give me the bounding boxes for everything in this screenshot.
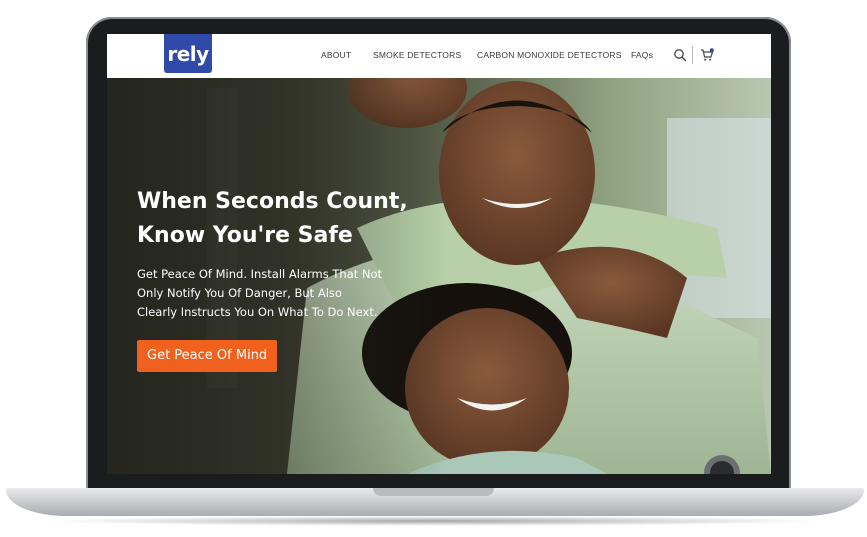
nav-divider (692, 46, 693, 64)
hero-title-line-1: When Seconds Count, (137, 189, 408, 214)
hero-subtitle-line-3: Clearly Instructs You On What To Do Next… (137, 305, 378, 319)
website-screen: rely ABOUT SMOKE DETECTORS CARBON MONOXI… (107, 34, 771, 474)
nav-faqs[interactable]: FAQs (631, 50, 653, 60)
hero-subtitle-line-2: Only Notify You Of Danger, But Also (137, 286, 342, 300)
laptop-shadow (40, 516, 830, 526)
hero-title: When Seconds Count, Know You're Safe (137, 185, 437, 253)
hero-subtitle: Get Peace Of Mind. Install Alarms That N… (137, 265, 412, 322)
hero-banner: When Seconds Count, Know You're Safe Get… (107, 78, 771, 474)
nav-about[interactable]: ABOUT (321, 50, 351, 60)
rely-logo[interactable]: rely (164, 34, 212, 73)
cart-icon[interactable] (700, 48, 714, 62)
laptop-notch (373, 488, 494, 496)
hero-text-block: When Seconds Count, Know You're Safe Get… (137, 185, 437, 322)
top-navigation: rely ABOUT SMOKE DETECTORS CARBON MONOXI… (107, 34, 771, 78)
hero-title-line-2: Know You're Safe (137, 223, 353, 248)
get-peace-of-mind-button[interactable]: Get Peace Of Mind (137, 340, 278, 372)
hero-subtitle-line-1: Get Peace Of Mind. Install Alarms That N… (137, 267, 383, 281)
nav-smoke-detectors[interactable]: SMOKE DETECTORS (373, 50, 461, 60)
nav-carbon-monoxide-detectors[interactable]: CARBON MONOXIDE DETECTORS (477, 50, 622, 60)
search-icon[interactable] (673, 48, 687, 62)
